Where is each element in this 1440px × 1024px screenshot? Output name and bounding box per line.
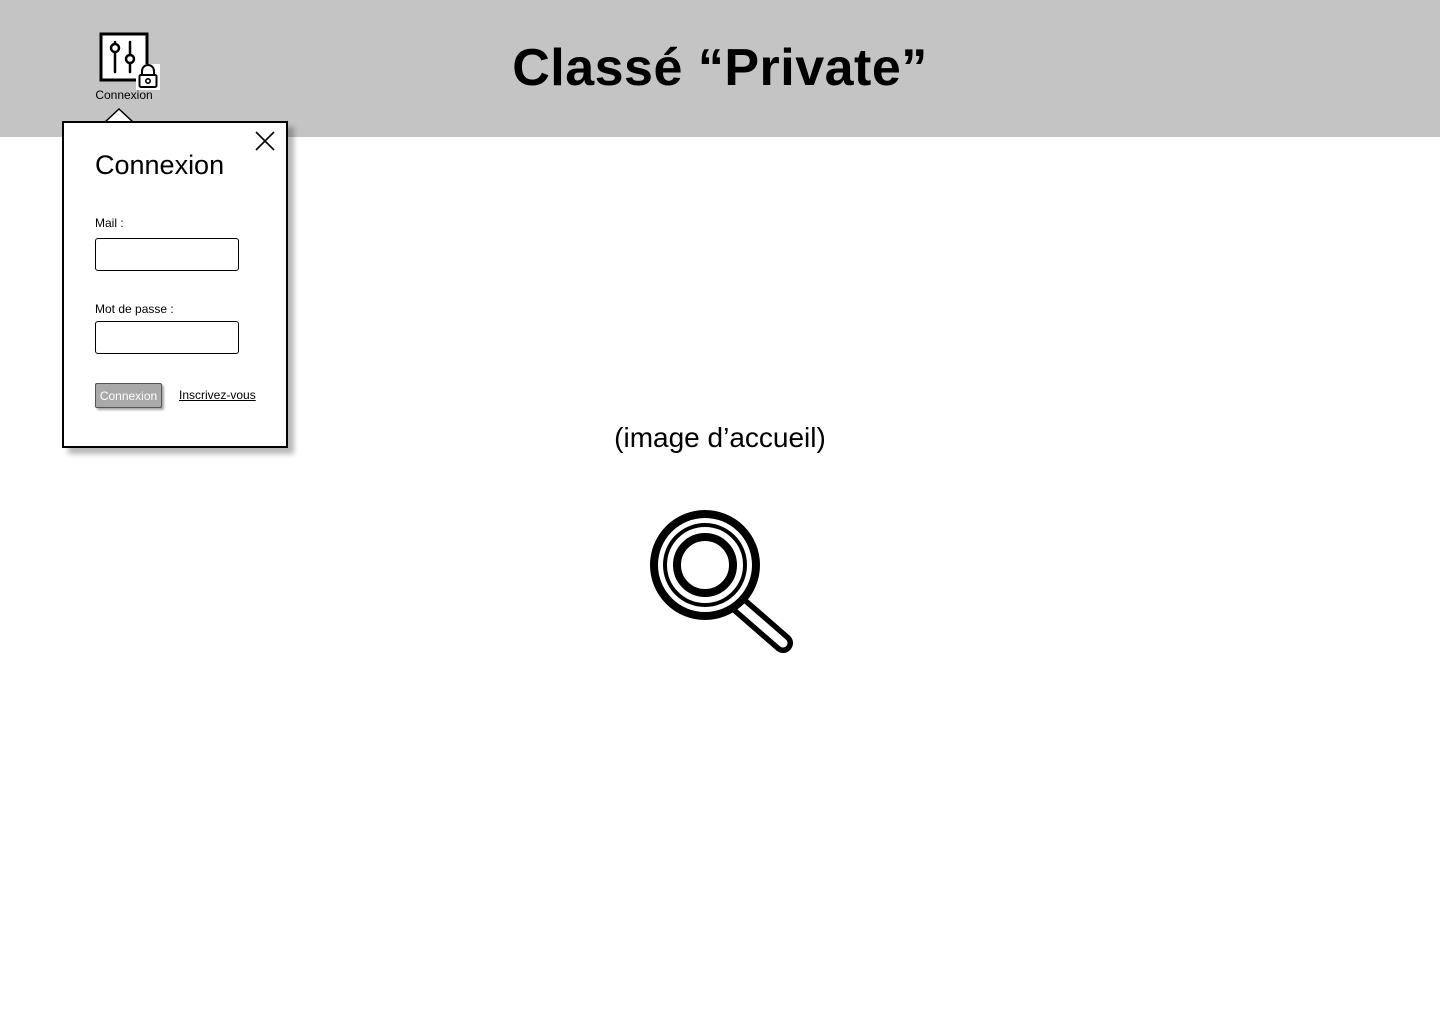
login-trigger[interactable]: Connexion: [88, 30, 162, 104]
header: Classé “Private” Connexion: [0, 0, 1440, 137]
close-icon[interactable]: [252, 128, 278, 154]
mail-label: Mail :: [95, 216, 124, 230]
lock-icon: [136, 64, 160, 90]
popover-title: Connexion: [95, 150, 225, 180]
login-trigger-label: Connexion: [95, 88, 153, 102]
search-icon[interactable]: [645, 505, 797, 657]
password-input[interactable]: [95, 321, 239, 354]
mail-input[interactable]: [95, 238, 239, 271]
page-title: Classé “Private”: [512, 39, 928, 97]
login-popover: Connexion Mail : Mot de passe : Connexio…: [62, 121, 288, 448]
login-submit-button[interactable]: Connexion: [95, 383, 162, 408]
welcome-image-caption: (image d’accueil): [614, 422, 826, 453]
password-label: Mot de passe :: [95, 302, 174, 316]
signup-link[interactable]: Inscrivez-vous: [179, 388, 256, 402]
